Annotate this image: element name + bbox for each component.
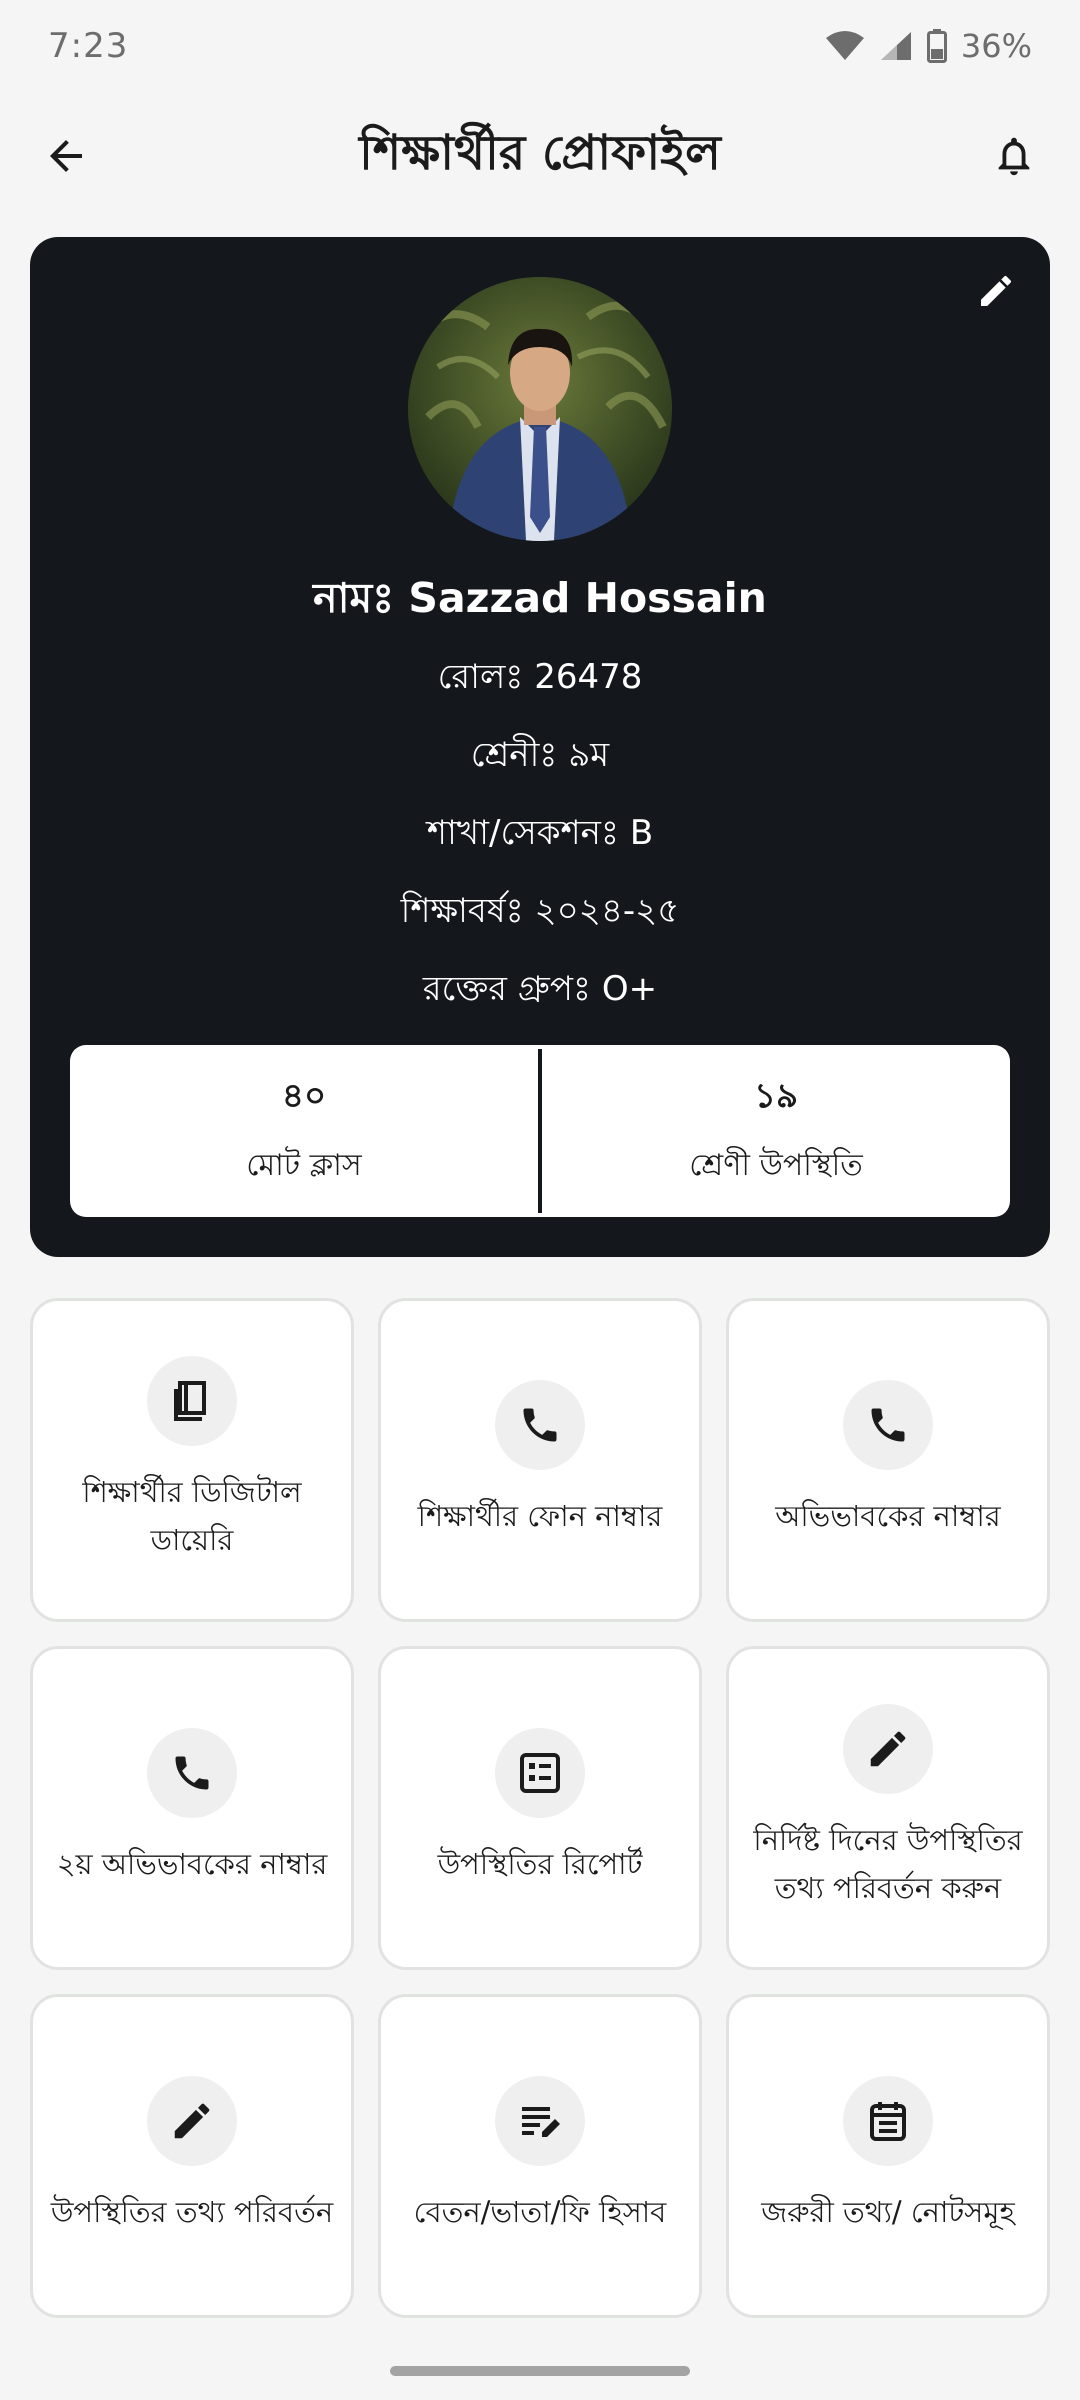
pencil-icon [870,1731,906,1767]
student-section: শাখা/সেকশনঃ B [426,813,654,853]
app-bar: শিক্ষার্থীর প্রোফাইল [0,108,1080,204]
menu-grid: শিক্ষার্থীর ডিজিটাল ডায়েরি শিক্ষার্থীর … [30,1298,1050,2318]
tile-fees[interactable]: বেতন/ভাতা/ফি হিসাব [378,1994,702,2318]
bell-icon [998,137,1030,176]
battery-percent: 36% [960,27,1032,65]
phone-icon [175,1756,209,1790]
tile-icon-circle [843,1704,933,1794]
tile-icon-circle [495,1380,585,1470]
student-session: শিক্ষাবর্ষঃ ২০২৪-২৫ [400,891,680,931]
tile-label: অভিভাবকের নাম্বার [775,1499,1001,1533]
arrow-left-icon [50,140,82,172]
status-icons: 36% [825,27,1032,65]
pencil-icon [981,275,1012,306]
tile-icon-circle [147,1356,237,1446]
tile-icon-circle [495,1728,585,1818]
pencil-icon [174,2103,210,2139]
status-bar: 7:23 36% [0,0,1080,92]
stat-total-classes-label: মোট ক্লাস [246,1148,362,1183]
notification-button[interactable] [982,124,1046,188]
profile-card: নামঃ Sazzad Hossain রোলঃ 26478 শ্রেনীঃ ৯… [30,237,1050,1257]
stats-box: ৪০ মোট ক্লাস ১৯ শ্রেণী উপস্থিতি [70,1045,1010,1217]
tile-icon-circle [843,2076,933,2166]
status-time: 7:23 [48,26,129,66]
wifi-icon [825,31,864,60]
phone-icon [871,1408,905,1442]
back-button[interactable] [34,124,98,188]
stat-attendance-value: ১৯ [753,1076,799,1116]
student-class: শ্রেনীঃ ৯ম [470,735,610,775]
stat-attendance-label: শ্রেণী উপস্থিতি [689,1148,863,1183]
cell-signal-icon [880,32,911,60]
tile-label: নির্দিষ্ট দিনের উপস্থিতির তথ্য পরিবর্তন … [753,1823,1023,1905]
tile-icon-circle [843,1380,933,1470]
page-title: শিক্ষার্থীর প্রোফাইল [359,124,721,181]
list-report-icon [520,1753,560,1793]
home-indicator[interactable] [390,2366,690,2376]
stat-total-classes: ৪০ মোট ক্লাস [70,1045,538,1217]
phone-icon [523,1408,557,1442]
tile-edit-day-attendance[interactable]: নির্দিষ্ট দিনের উপস্থিতির তথ্য পরিবর্তন … [726,1646,1050,1970]
tile-student-phone[interactable]: শিক্ষার্থীর ফোন নাম্বার [378,1298,702,1622]
calendar-note-icon [870,2102,906,2141]
tile-edit-attendance[interactable]: উপস্থিতির তথ্য পরিবর্তন [30,1994,354,2318]
tile-icon-circle [147,1728,237,1818]
tile-label: জরুরী তথ্য/ নোটসমূহ [761,2195,1015,2229]
avatar [408,277,672,541]
tile-label: ২য় অভিভাবকের নাম্বার [56,1847,328,1881]
tile-guardian-phone[interactable]: অভিভাবকের নাম্বার [726,1298,1050,1622]
tile-icon-circle [495,2076,585,2166]
stat-attendance: ১৯ শ্রেণী উপস্থিতি [542,1045,1010,1217]
student-blood-group: রক্তের গ্রুপঃ O+ [422,969,658,1009]
tile-attendance-report[interactable]: উপস্থিতির রিপোর্ট [378,1646,702,1970]
student-photo [408,277,672,541]
tile-label: শিক্ষার্থীর ফোন নাম্বার [417,1499,663,1533]
tile-label: উপস্থিতির রিপোর্ট [437,1847,643,1881]
student-name: নামঃ Sazzad Hossain [313,574,767,622]
student-roll: রোলঃ 26478 [437,657,643,697]
book-icon [174,1381,206,1421]
stat-total-classes-value: ৪০ [281,1076,327,1116]
tile-label: শিক্ষার্থীর ডিজিটাল ডায়েরি [82,1475,302,1557]
tile-digital-diary[interactable]: শিক্ষার্থীর ডিজিটাল ডায়েরি [30,1298,354,1622]
tile-label: উপস্থিতির তথ্য পরিবর্তন [50,2195,334,2229]
battery-icon [926,29,947,63]
edit-note-icon [522,2107,560,2137]
tile-second-guardian-phone[interactable]: ২য় অভিভাবকের নাম্বার [30,1646,354,1970]
tile-important-notes[interactable]: জরুরী তথ্য/ নোটসমূহ [726,1994,1050,2318]
tile-label: বেতন/ভাতা/ফি হিসাব [413,2195,667,2229]
tile-icon-circle [147,2076,237,2166]
edit-profile-button[interactable] [964,259,1028,323]
